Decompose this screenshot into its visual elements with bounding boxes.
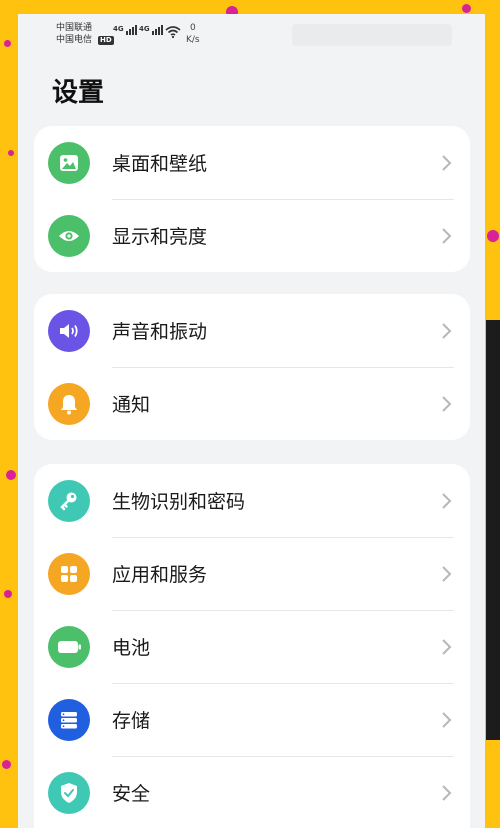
settings-item-label: 存储 — [112, 710, 151, 732]
settings-item-label: 显示和亮度 — [112, 226, 208, 248]
signal-strength-icon: 4G — [139, 25, 163, 35]
settings-item-label: 安全 — [112, 783, 151, 805]
status-bar: 中国联通 中国电信 HD 4G 4G 0 K/s — [18, 14, 485, 54]
settings-item-security[interactable]: 安全 — [34, 756, 470, 828]
shield-check-icon — [48, 771, 90, 814]
phone-screen: 中国联通 中国电信 HD 4G 4G 0 K/s 设置 桌面和壁纸 显示和亮度 … — [18, 14, 485, 828]
settings-item-biometrics-password[interactable]: 生物识别和密码 — [34, 464, 470, 537]
decor-dot — [4, 40, 11, 47]
chevron-right-icon — [442, 227, 452, 244]
decor-dot — [462, 4, 471, 13]
carrier-name: 中国电信 — [56, 35, 93, 45]
settings-item-apps-services[interactable]: 应用和服务 — [34, 537, 470, 610]
blurred-status-area — [292, 24, 452, 46]
bell-icon — [48, 382, 90, 425]
chevron-right-icon — [442, 492, 452, 509]
decor-dot — [4, 590, 12, 598]
settings-group-system: 生物识别和密码 应用和服务 电池 存储 安全 — [34, 464, 470, 828]
key-icon — [48, 479, 90, 522]
settings-item-display-brightness[interactable]: 显示和亮度 — [34, 199, 470, 272]
chevron-right-icon — [442, 638, 452, 655]
settings-group-sound: 声音和振动 通知 — [34, 294, 470, 440]
settings-item-battery[interactable]: 电池 — [34, 610, 470, 683]
network-speed: 0 K/s — [186, 23, 200, 45]
settings-item-label: 生物识别和密码 — [112, 491, 246, 513]
background-edge — [486, 320, 500, 740]
carrier-name: 中国联通 — [56, 23, 93, 33]
carrier-info: 中国联通 中国电信 HD — [56, 22, 114, 46]
battery-icon — [48, 625, 90, 668]
storage-icon — [48, 698, 90, 741]
settings-item-label: 桌面和壁纸 — [112, 153, 208, 175]
signal-strength-icon: 4G — [113, 25, 137, 35]
decor-dot — [487, 230, 499, 242]
eye-icon — [48, 214, 90, 257]
wifi-icon — [165, 26, 181, 38]
settings-item-label: 电池 — [112, 637, 151, 659]
chevron-right-icon — [442, 395, 452, 412]
decor-dot — [2, 760, 11, 769]
network-type: 4G — [113, 25, 124, 33]
chevron-right-icon — [442, 154, 452, 171]
decor-dot — [6, 470, 16, 480]
network-type: 4G — [139, 25, 150, 33]
settings-item-label: 声音和振动 — [112, 321, 208, 343]
chevron-right-icon — [442, 711, 452, 728]
settings-item-sound-vibration[interactable]: 声音和振动 — [34, 294, 470, 367]
wallpaper-icon — [48, 141, 90, 184]
chevron-right-icon — [442, 565, 452, 582]
decor-dot — [8, 150, 14, 156]
chevron-right-icon — [442, 784, 452, 801]
settings-item-notifications[interactable]: 通知 — [34, 367, 470, 440]
speaker-icon — [48, 309, 90, 352]
chevron-right-icon — [442, 322, 452, 339]
apps-grid-icon — [48, 552, 90, 595]
settings-item-wallpaper[interactable]: 桌面和壁纸 — [34, 126, 470, 199]
settings-item-storage[interactable]: 存储 — [34, 683, 470, 756]
page-title: 设置 — [52, 78, 105, 108]
hd-badge: HD — [98, 35, 114, 45]
settings-item-label: 应用和服务 — [112, 564, 208, 586]
settings-item-label: 通知 — [112, 394, 151, 416]
settings-group-display: 桌面和壁纸 显示和亮度 — [34, 126, 470, 272]
